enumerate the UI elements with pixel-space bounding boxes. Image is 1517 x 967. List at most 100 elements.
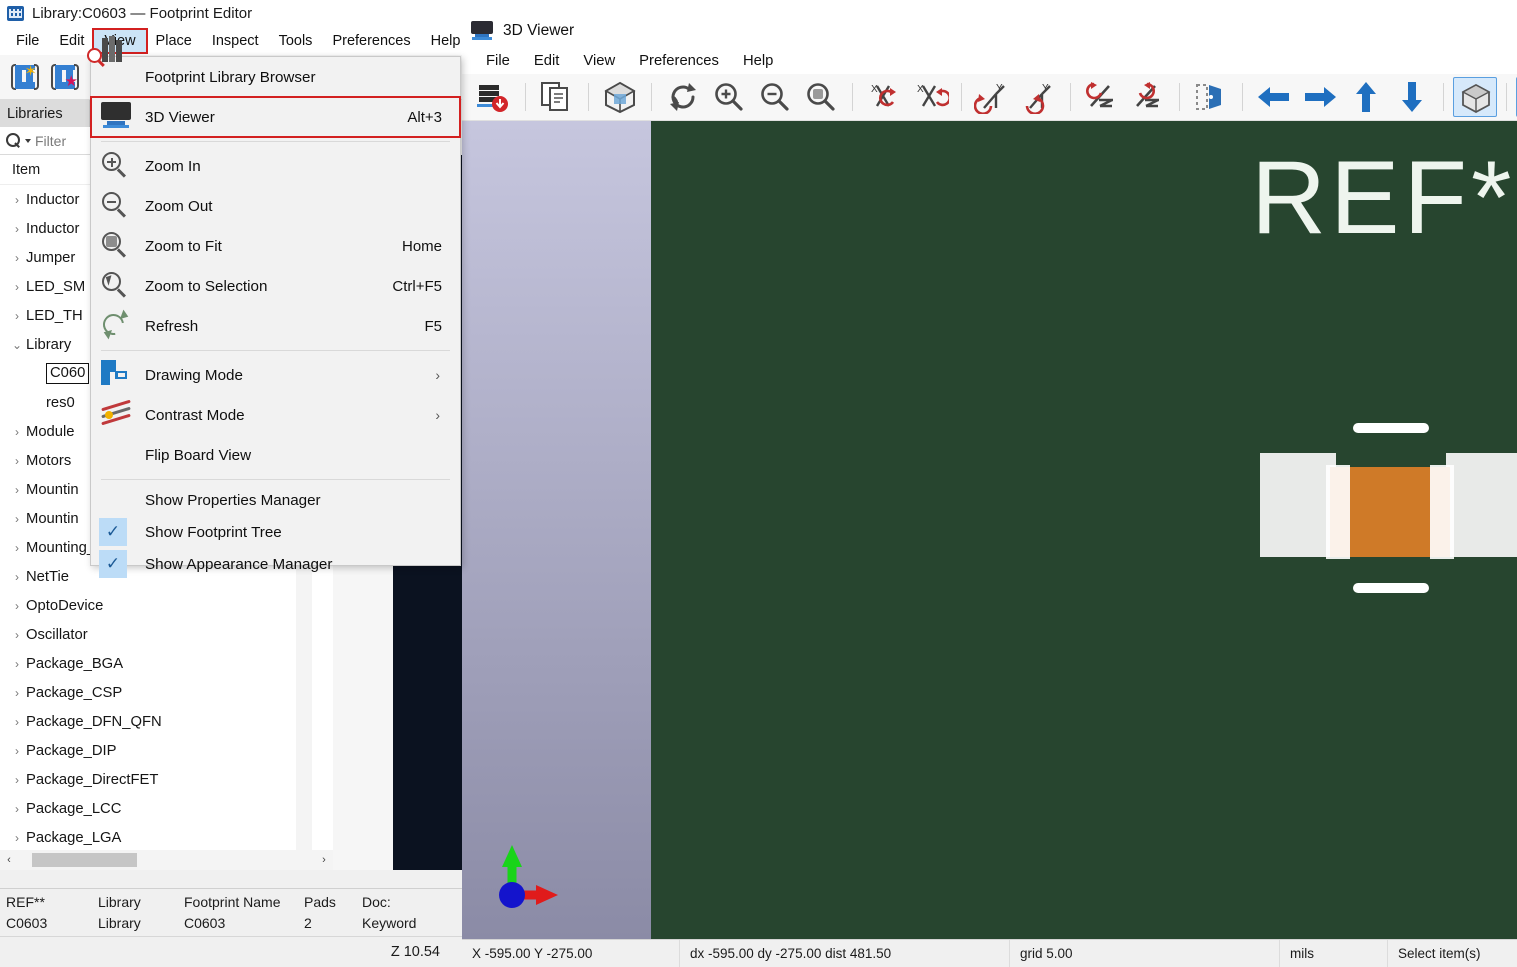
toolbar-separator	[961, 83, 962, 111]
status-doc-bottom: Keyword	[362, 913, 416, 934]
menu-edit[interactable]: Edit	[49, 30, 94, 52]
chevron-right-icon[interactable]: ›	[8, 309, 26, 323]
chevron-right-icon[interactable]: ›	[8, 425, 26, 439]
chevron-right-icon[interactable]: ›	[8, 512, 26, 526]
rotate-z-counterclockwise-button[interactable]	[1126, 77, 1170, 117]
zoom-in-button[interactable]	[707, 77, 751, 117]
menu-item-contrast-mode[interactable]: Contrast Mode ›	[91, 395, 460, 435]
tree-item-label: Package_LGA	[26, 830, 121, 846]
move-up-button[interactable]	[1344, 77, 1388, 117]
menu-item-drawing-mode[interactable]: Drawing Mode ›	[91, 355, 460, 395]
rotate-z-clockwise-button[interactable]	[1080, 77, 1124, 117]
rotate-z-cw-icon	[1083, 80, 1121, 114]
tree-item-package-dfn-qfn[interactable]: ›Package_DFN_QFN	[0, 707, 333, 736]
tree-item-label: Mountin	[26, 511, 79, 527]
tree-horizontal-scrollbar[interactable]: ‹ ›	[0, 850, 333, 870]
rotate-y-clockwise-button[interactable]: Y	[971, 77, 1015, 117]
viewer-menu-preferences[interactable]: Preferences	[627, 50, 731, 72]
tree-item-label: Inductor	[26, 221, 79, 237]
refresh-button[interactable]	[661, 77, 705, 117]
viewer-menu-view[interactable]: View	[571, 50, 627, 72]
menu-help[interactable]: Help	[421, 30, 462, 52]
chevron-right-icon[interactable]: ›	[8, 802, 26, 816]
chevron-right-icon[interactable]: ›	[8, 222, 26, 236]
chevron-right-icon[interactable]: ›	[8, 541, 26, 555]
zoom-fit-button[interactable]	[799, 77, 843, 117]
move-right-button[interactable]	[1298, 77, 1342, 117]
render-current-view-button[interactable]	[598, 77, 642, 117]
menu-item-show-properties-manager[interactable]: Show Properties Manager	[91, 484, 460, 516]
cursor-position: X -595.00 Y -275.00	[462, 940, 680, 967]
menu-item-flip-board-view[interactable]: Flip Board View	[91, 435, 460, 475]
menu-item-zoom-out[interactable]: Zoom Out	[91, 186, 460, 226]
chevron-right-icon[interactable]: ›	[8, 570, 26, 584]
chevron-right-icon[interactable]: ›	[8, 831, 26, 845]
chevron-right-icon[interactable]: ›	[8, 454, 26, 468]
chevron-right-icon[interactable]: ›	[8, 628, 26, 642]
scroll-left-icon[interactable]: ‹	[0, 854, 18, 866]
scroll-right-icon[interactable]: ›	[315, 854, 333, 866]
tree-item-package-bga[interactable]: ›Package_BGA	[0, 649, 333, 678]
chevron-down-icon[interactable]: ⌄	[8, 338, 26, 352]
menu-item-footprint-library-browser[interactable]: Footprint Library Browser	[91, 57, 460, 97]
tree-item-oscillator[interactable]: ›Oscillator	[0, 620, 333, 649]
chevron-right-icon[interactable]: ›	[8, 657, 26, 671]
viewer-menu-help[interactable]: Help	[731, 50, 785, 72]
tree-item-package-csp[interactable]: ›Package_CSP	[0, 678, 333, 707]
move-left-button[interactable]	[1252, 77, 1296, 117]
chevron-down-icon[interactable]	[25, 139, 31, 143]
save-footprint-to-library-button[interactable]: ★	[48, 60, 82, 94]
chevron-right-icon[interactable]: ›	[8, 251, 26, 265]
flip-board-button[interactable]	[1189, 77, 1233, 117]
tree-item-package-lcc[interactable]: ›Package_LCC	[0, 794, 333, 823]
chevron-right-icon[interactable]: ›	[8, 773, 26, 787]
pcb-board-surface: REF**	[651, 121, 1517, 939]
menu-tools[interactable]: Tools	[269, 30, 323, 52]
status-library: Library Library	[92, 889, 178, 936]
menu-preferences[interactable]: Preferences	[322, 30, 420, 52]
menu-item-label: Drawing Mode	[145, 367, 243, 384]
chevron-right-icon[interactable]: ›	[8, 193, 26, 207]
viewer-menu-edit[interactable]: Edit	[522, 50, 572, 72]
tree-item-label: C060	[46, 363, 89, 384]
menu-item-zoom-in[interactable]: Zoom In	[91, 146, 460, 186]
library-filter-box[interactable]: Filter	[0, 127, 90, 155]
copy-3d-image-button[interactable]	[535, 77, 579, 117]
menu-item-show-footprint-tree[interactable]: ✓ Show Footprint Tree	[91, 516, 460, 548]
viewer-menu-file[interactable]: File	[474, 50, 522, 72]
tree-horizontal-scroll-thumb[interactable]	[32, 853, 137, 867]
chevron-right-icon[interactable]: ›	[8, 744, 26, 758]
chevron-right-icon[interactable]: ›	[8, 715, 26, 729]
menu-file[interactable]: File	[6, 30, 49, 52]
menu-item-label: Contrast Mode	[145, 407, 245, 424]
rotate-x-counterclockwise-button[interactable]: X	[908, 77, 952, 117]
toggle-orthographic-button[interactable]	[1453, 77, 1497, 117]
reload-board-button[interactable]	[472, 77, 516, 117]
move-down-button[interactable]	[1390, 77, 1434, 117]
chevron-right-icon[interactable]: ›	[8, 483, 26, 497]
menu-inspect[interactable]: Inspect	[202, 30, 269, 52]
3d-viewer-canvas[interactable]: REF**	[462, 121, 1517, 939]
chevron-right-icon[interactable]: ›	[8, 280, 26, 294]
menu-item-show-appearance-manager[interactable]: ✓ Show Appearance Manager	[91, 548, 460, 580]
footprint-editor-titlebar: Library:C0603 — Footprint Editor	[0, 0, 462, 27]
rotate-y-counterclockwise-button[interactable]: Y	[1017, 77, 1061, 117]
menu-place[interactable]: Place	[146, 30, 202, 52]
menu-item-zoom-to-fit[interactable]: Zoom to Fit Home	[91, 226, 460, 266]
chevron-right-icon[interactable]: ›	[8, 599, 26, 613]
menu-item-zoom-to-selection[interactable]: Zoom to Selection Ctrl+F5	[91, 266, 460, 306]
tree-item-package-directfet[interactable]: ›Package_DirectFET	[0, 765, 333, 794]
zoom-out-button[interactable]	[753, 77, 797, 117]
menu-item-refresh[interactable]: Refresh F5	[91, 306, 460, 346]
status-reference-bottom: C0603	[6, 913, 92, 934]
tree-item-package-lga[interactable]: ›Package_LGA	[0, 823, 333, 852]
new-footprint-button[interactable]: ✶	[8, 60, 42, 94]
tree-item-package-dip[interactable]: ›Package_DIP	[0, 736, 333, 765]
filter-input[interactable]: Filter	[35, 133, 66, 149]
tree-item-optodevice[interactable]: ›OptoDevice	[0, 591, 333, 620]
rotate-x-ccw-icon: X	[911, 80, 949, 114]
terminal-left	[1326, 465, 1350, 559]
rotate-x-clockwise-button[interactable]: X	[862, 77, 906, 117]
menu-item-3d-viewer[interactable]: 3D Viewer Alt+3	[91, 97, 460, 137]
chevron-right-icon[interactable]: ›	[8, 686, 26, 700]
